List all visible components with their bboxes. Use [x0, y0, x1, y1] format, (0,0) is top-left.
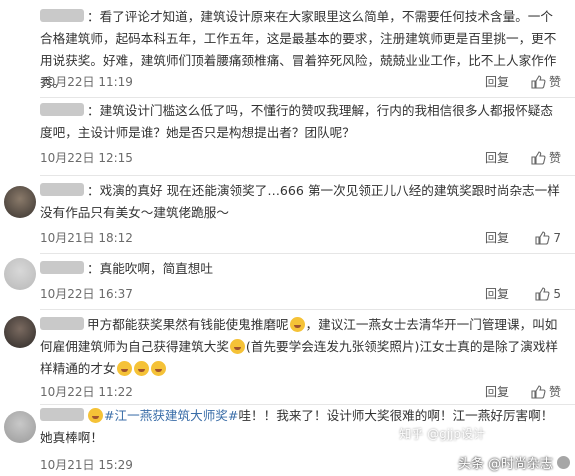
reply-button[interactable]: 回复 — [485, 228, 509, 248]
emoji-icon — [116, 361, 132, 376]
hashtag-link[interactable]: #江一燕获建筑大师奖# — [104, 408, 238, 423]
like-button[interactable]: 7 — [534, 230, 561, 246]
comment-meta: 10月22日 11:19 回复 赞 — [40, 72, 575, 92]
username-blurred[interactable] — [40, 103, 84, 116]
like-button[interactable]: 5 — [534, 286, 561, 302]
comment-time: 10月22日 11:19 — [40, 75, 133, 89]
like-button[interactable]: 赞 — [530, 74, 561, 90]
watermark: 头条 @时尚杂志 — [458, 453, 571, 472]
avatar[interactable] — [4, 186, 36, 218]
comment-time: 10月22日 11:22 — [40, 385, 133, 399]
comment-text: ：真能吹啊，简直想吐 — [40, 258, 565, 280]
avatar[interactable] — [4, 411, 36, 443]
comment-4: ：真能吹啊，简直想吐 10月22日 16:37 回复 5 — [0, 254, 575, 310]
avatar[interactable] — [4, 258, 36, 290]
username-blurred[interactable] — [40, 408, 84, 421]
thumbs-up-icon — [531, 75, 546, 89]
comment-text: #江一燕获建筑大师奖#哇！！我来了！设计师大奖很难的啊！江一燕好厉害啊！她真棒啊… — [40, 408, 554, 445]
comment-3: ：戏演的真好 现在还能演领奖了…666 第一次见领正儿八经的建筑奖跟时尚杂志一样… — [0, 176, 575, 252]
comment-5: 甲方都能获奖果然有钱能使鬼推磨呢 ，建议江一燕女士去清华开一门管理课，叫如何雇佣建… — [0, 310, 575, 403]
reply-button[interactable]: 回复 — [485, 148, 509, 168]
like-count: 5 — [553, 287, 561, 301]
comment-time: 10月21日 18:12 — [40, 231, 133, 245]
comment-1: ：看了评论才知道，建筑设计原来在大家眼里这么简单，不需要任何技术含量。一个合格建… — [0, 0, 575, 97]
comment-2: ：建筑设计门槛这么低了吗，不懂行的赞叹我理解，行内的我相信很多人都报怀疑态度吧，… — [0, 98, 575, 174]
watermark-text: 头条 @时尚杂志 — [457, 457, 553, 472]
reply-button[interactable]: 回复 — [485, 284, 509, 304]
comment-text: ：戏演的真好 现在还能演领奖了…666 第一次见领正儿八经的建筑奖跟时尚杂志一样… — [40, 183, 560, 220]
emoji-icon — [150, 361, 166, 376]
emoji-icon — [229, 339, 245, 354]
comment-meta: 10月22日 12:15 回复 赞 — [40, 148, 575, 168]
comment-meta: 10月22日 16:37 回复 5 — [40, 284, 575, 304]
username-blurred[interactable] — [40, 9, 84, 22]
like-label: 赞 — [548, 75, 561, 89]
avatar[interactable] — [4, 316, 36, 348]
comment-meta: 10月21日 18:12 回复 7 — [40, 228, 575, 248]
username-blurred[interactable] — [40, 317, 84, 330]
emoji-icon — [289, 317, 305, 332]
comment-time: 10月21日 15:29 — [40, 458, 133, 472]
like-label: 赞 — [548, 385, 561, 399]
like-button[interactable]: 赞 — [530, 150, 561, 166]
like-count: 7 — [553, 231, 561, 245]
comment-text: ：建筑设计门槛这么低了吗，不懂行的赞叹我理解，行内的我相信很多人都报怀疑态度吧，… — [40, 103, 553, 140]
thumbs-up-icon — [531, 151, 546, 165]
reply-button[interactable]: 回复 — [485, 72, 509, 92]
watermark-secondary: 知乎 @gjjp设计 — [399, 427, 485, 441]
emoji-icon — [133, 361, 149, 376]
thumbs-up-icon — [531, 385, 546, 399]
reply-button[interactable]: 回复 — [485, 382, 509, 402]
comment-text: 甲方都能获奖果然有钱能使鬼推磨呢 ，建议江一燕女士去清华开一门管理课，叫如何雇佣建… — [40, 317, 558, 376]
like-label: 赞 — [548, 151, 561, 165]
username-blurred[interactable] — [40, 261, 84, 274]
emoji-icon — [88, 408, 103, 423]
username-blurred[interactable] — [40, 183, 84, 196]
like-button[interactable]: 赞 — [530, 384, 561, 400]
comment-meta: 10月22日 11:22 回复 赞 — [40, 382, 575, 402]
watermark-logo-icon — [556, 455, 571, 470]
thumbs-up-icon — [535, 231, 550, 245]
thumbs-up-icon — [535, 287, 550, 301]
comment-time: 10月22日 12:15 — [40, 151, 133, 165]
comment-time: 10月22日 16:37 — [40, 287, 133, 301]
